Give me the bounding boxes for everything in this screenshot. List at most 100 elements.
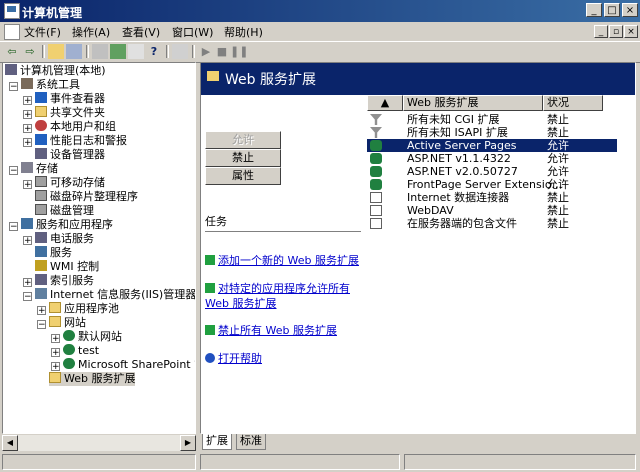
tree-item-performance-logs[interactable]: 性能日志和警报 xyxy=(35,134,127,148)
folder-icon xyxy=(49,302,61,313)
maximize-button[interactable]: □ xyxy=(604,3,620,17)
extension-prohibited-icon xyxy=(370,205,382,216)
expand-icon[interactable]: + xyxy=(23,180,32,190)
tree-item-sharepoint[interactable]: Microsoft SharePoint 管理 xyxy=(63,358,195,372)
refresh-icon[interactable] xyxy=(110,44,126,59)
tree-horizontal-scrollbar[interactable]: ◀ ▶ xyxy=(2,434,196,451)
tree-item-event-viewer[interactable]: 事件查看器 xyxy=(35,92,105,106)
tab-extended[interactable]: 扩展 xyxy=(202,434,232,450)
stop-service-icon[interactable]: ■ xyxy=(214,44,230,59)
tree-item-services[interactable]: 服务 xyxy=(35,246,72,260)
list-row[interactable]: 在服务器端的包含文件 禁止 xyxy=(367,217,617,230)
tree-item-device-manager[interactable]: 设备管理器 xyxy=(35,148,105,162)
scroll-left-icon[interactable]: ◀ xyxy=(2,435,18,451)
list-row[interactable]: FrontPage Server Extensio... 允许 xyxy=(367,178,617,191)
menu-view[interactable]: 查看(V) xyxy=(122,24,160,40)
extension-allowed-icon xyxy=(370,140,382,151)
expand-icon[interactable]: + xyxy=(51,362,60,372)
add-extension-link[interactable]: 添加一个新的 Web 服务扩展 xyxy=(205,253,361,268)
expand-icon[interactable]: + xyxy=(23,96,32,106)
expand-icon[interactable]: + xyxy=(51,348,60,358)
mdi-restore-button[interactable]: ▫ xyxy=(609,25,623,38)
expand-icon[interactable]: + xyxy=(23,138,32,148)
allow-button[interactable]: 允许 xyxy=(205,131,281,149)
back-icon[interactable]: ⇦ xyxy=(4,44,20,59)
show-tree-icon[interactable] xyxy=(66,44,82,59)
forward-icon[interactable]: ⇨ xyxy=(22,44,38,59)
globe-icon xyxy=(63,330,75,341)
prohibit-all-link[interactable]: 禁止所有 Web 服务扩展 xyxy=(205,323,361,338)
tree-item-system-tools[interactable]: 系统工具 xyxy=(21,78,80,92)
list-row-selected[interactable]: Active Server Pages 允许 xyxy=(367,139,617,152)
expand-icon[interactable]: + xyxy=(23,124,32,134)
tree-item-app-pools[interactable]: 应用程序池 xyxy=(49,302,119,316)
close-button[interactable]: × xyxy=(622,3,638,17)
mdi-document-icon[interactable] xyxy=(4,24,20,40)
list-row[interactable]: 所有未知 CGI 扩展 禁止 xyxy=(367,113,617,126)
tree-item-services-apps[interactable]: 服务和应用程序 xyxy=(21,218,113,232)
collapse-icon[interactable]: − xyxy=(37,320,46,330)
tree-item-test[interactable]: test xyxy=(63,344,99,358)
menu-window[interactable]: 窗口(W) xyxy=(172,24,213,40)
panel-header: Web 服务扩展 xyxy=(201,63,635,95)
view-tabs: 扩展 标准 xyxy=(200,434,636,450)
tree-item-wmi[interactable]: WMI 控制 xyxy=(35,260,99,274)
tree-item-disk-management[interactable]: 磁盘管理 xyxy=(35,204,94,218)
list-row[interactable]: Internet 数据连接器 禁止 xyxy=(367,191,617,204)
details-pane: Web 服务扩展 允许 禁止 属性 任务 添加一个新的 Web 服务扩展 对特定… xyxy=(200,62,636,434)
menu-file[interactable]: 文件(F) xyxy=(24,24,61,40)
help-icon[interactable]: ? xyxy=(146,44,162,59)
defrag-icon xyxy=(35,190,47,201)
column-header-sort[interactable]: ▲ xyxy=(367,95,403,111)
list-row[interactable]: WebDAV 禁止 xyxy=(367,204,617,217)
collapse-icon[interactable]: − xyxy=(9,82,18,92)
open-help-link[interactable]: 打开帮助 xyxy=(205,351,361,366)
scroll-right-icon[interactable]: ▶ xyxy=(180,435,196,451)
expand-icon[interactable]: + xyxy=(23,236,32,246)
list-row[interactable]: 所有未知 ISAPI 扩展 禁止 xyxy=(367,126,617,139)
status-pane xyxy=(404,454,636,470)
computer-icon[interactable] xyxy=(172,44,188,59)
tree-item-telephony[interactable]: 电话服务 xyxy=(35,232,94,246)
tree-item-default-website[interactable]: 默认网站 xyxy=(63,330,122,344)
list-row[interactable]: ASP.NET v2.0.50727 允许 xyxy=(367,165,617,178)
tree-item-indexing[interactable]: 索引服务 xyxy=(35,274,94,288)
expand-icon[interactable]: + xyxy=(37,306,46,316)
minimize-button[interactable]: _ xyxy=(586,3,602,17)
extension-allowed-icon xyxy=(370,166,382,177)
column-header-name[interactable]: Web 服务扩展 xyxy=(403,95,543,111)
pause-service-icon[interactable]: ❚❚ xyxy=(230,44,248,59)
toolbar: ⇦ ⇨ ? ▶ ■ ❚❚ xyxy=(0,41,640,63)
tree-item-iis[interactable]: Internet 信息服务(IIS)管理器 xyxy=(35,288,195,302)
properties-icon[interactable] xyxy=(92,44,108,59)
mdi-minimize-button[interactable]: _ xyxy=(594,25,608,38)
expand-icon[interactable]: + xyxy=(51,334,60,344)
menu-action[interactable]: 操作(A) xyxy=(72,24,110,40)
tree-item-web-service-extensions[interactable]: Web 服务扩展 xyxy=(49,372,136,386)
mdi-close-button[interactable]: × xyxy=(624,25,638,38)
properties-button[interactable]: 属性 xyxy=(205,167,281,185)
tree-item-local-users[interactable]: 本地用户和组 xyxy=(35,120,116,134)
expand-icon[interactable]: + xyxy=(23,278,32,288)
collapse-icon[interactable]: − xyxy=(23,292,32,302)
allow-all-for-app-link[interactable]: 对特定的应用程序允许所有 Web 服务扩展 xyxy=(205,281,361,311)
tree-item-storage[interactable]: 存储 xyxy=(21,162,58,176)
column-header-status[interactable]: 状况 xyxy=(543,95,603,111)
collapse-icon[interactable]: − xyxy=(9,166,18,176)
list-row[interactable]: ASP.NET v1.1.4322 允许 xyxy=(367,152,617,165)
filter-icon xyxy=(370,114,382,125)
export-list-icon[interactable] xyxy=(128,44,144,59)
tree-item-defrag[interactable]: 磁盘碎片整理程序 xyxy=(35,190,138,204)
tree-item-removable-storage[interactable]: 可移动存储 xyxy=(35,176,105,190)
start-service-icon[interactable]: ▶ xyxy=(198,44,214,59)
tree-item-shared-folders[interactable]: 共享文件夹 xyxy=(35,106,105,120)
tree-item-root[interactable]: 计算机管理(本地) xyxy=(5,64,106,78)
indexing-icon xyxy=(35,274,47,285)
prohibit-button[interactable]: 禁止 xyxy=(205,149,281,167)
menu-help[interactable]: 帮助(H) xyxy=(224,24,263,40)
expand-icon[interactable]: + xyxy=(23,110,32,120)
collapse-icon[interactable]: − xyxy=(9,222,18,232)
up-folder-icon[interactable] xyxy=(48,44,64,59)
tab-standard[interactable]: 标准 xyxy=(236,434,266,450)
tree-item-websites[interactable]: 网站 xyxy=(49,316,86,330)
